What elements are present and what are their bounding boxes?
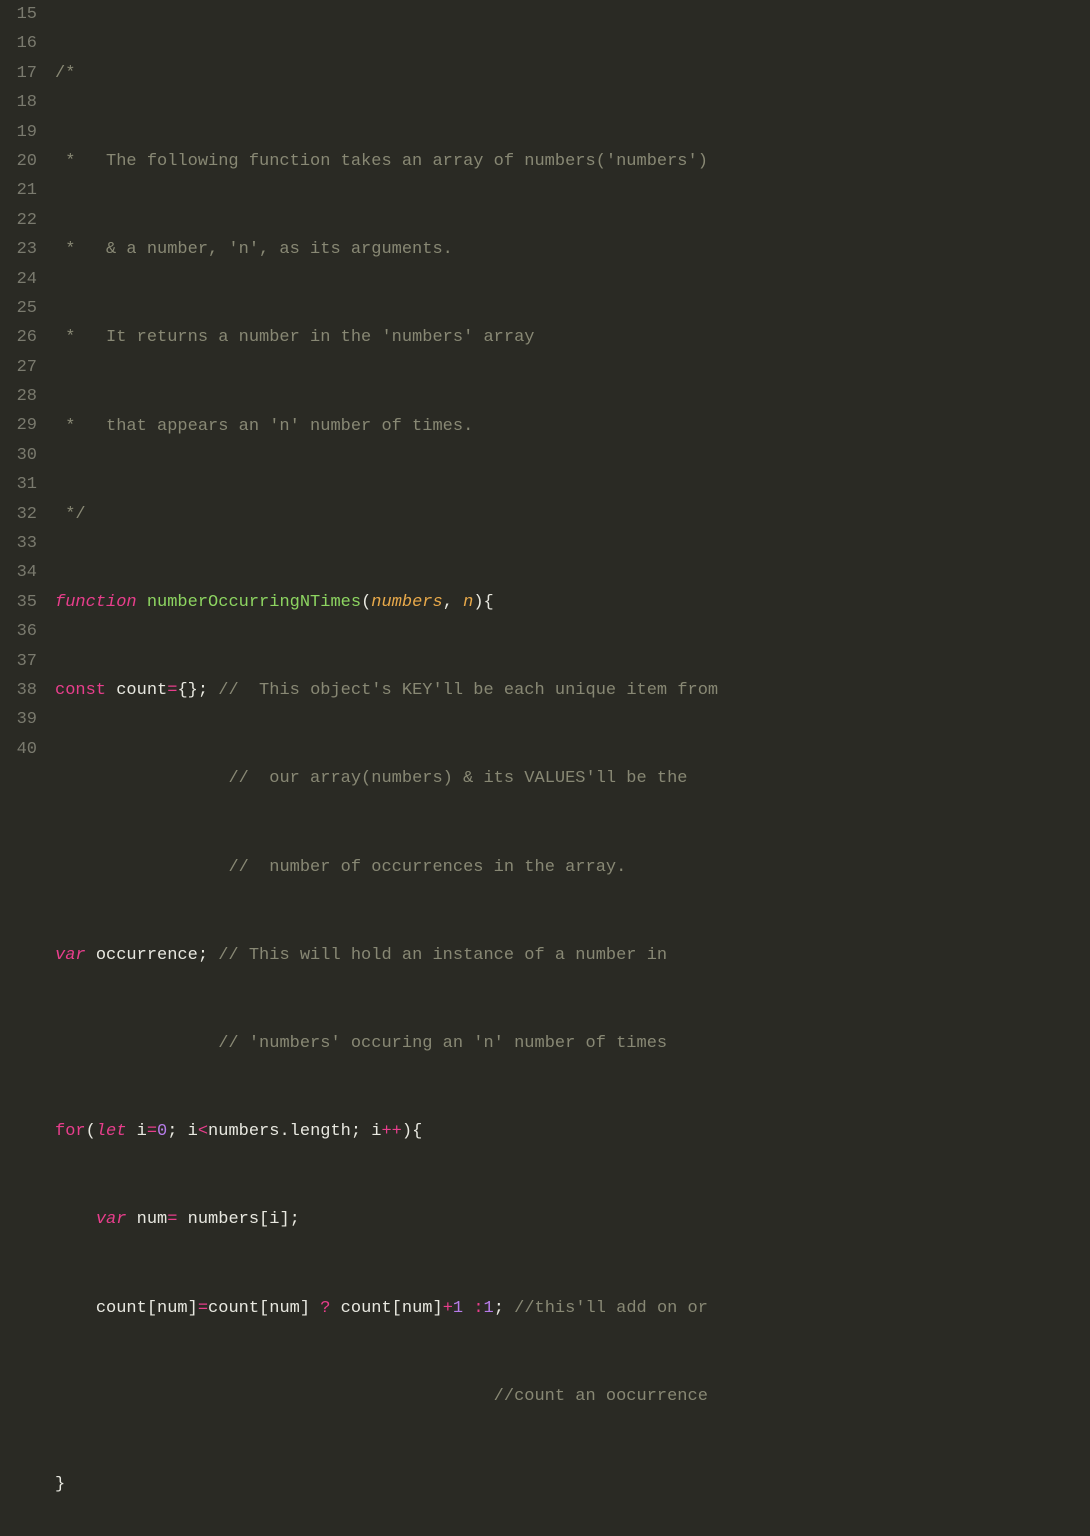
line-number-gutter: 15 16 17 18 19 20 21 22 23 24 25 26 27 2…: [0, 0, 55, 768]
line-number: 39: [0, 705, 37, 734]
line-number: 26: [0, 323, 37, 352]
code-line[interactable]: var occurrence; // This will hold an ins…: [55, 941, 1090, 970]
code-line[interactable]: * & a number, 'n', as its arguments.: [55, 235, 1090, 264]
line-number: 19: [0, 118, 37, 147]
line-number: 22: [0, 206, 37, 235]
code-line[interactable]: }: [55, 1470, 1090, 1499]
line-number: 15: [0, 0, 37, 29]
line-number: 37: [0, 647, 37, 676]
line-number: 17: [0, 59, 37, 88]
code-line[interactable]: // our array(numbers) & its VALUES'll be…: [55, 764, 1090, 793]
code-line[interactable]: */: [55, 500, 1090, 529]
line-number: 29: [0, 411, 37, 440]
code-line[interactable]: count[num]=count[num] ? count[num]+1 :1;…: [55, 1294, 1090, 1323]
code-line[interactable]: function numberOccurringNTimes(numbers, …: [55, 588, 1090, 617]
code-line[interactable]: var num= numbers[i];: [55, 1205, 1090, 1234]
code-editor[interactable]: 15 16 17 18 19 20 21 22 23 24 25 26 27 2…: [0, 0, 1090, 768]
line-number: 40: [0, 735, 37, 764]
line-number: 16: [0, 29, 37, 58]
line-number: 38: [0, 676, 37, 705]
line-number: 24: [0, 265, 37, 294]
line-number: 36: [0, 617, 37, 646]
line-number: 34: [0, 558, 37, 587]
line-number: 25: [0, 294, 37, 323]
code-line[interactable]: const count={}; // This object's KEY'll …: [55, 676, 1090, 705]
line-number: 32: [0, 500, 37, 529]
line-number: 33: [0, 529, 37, 558]
line-number: 23: [0, 235, 37, 264]
code-line[interactable]: /*: [55, 59, 1090, 88]
line-number: 30: [0, 441, 37, 470]
code-line[interactable]: // number of occurrences in the array.: [55, 853, 1090, 882]
line-number: 20: [0, 147, 37, 176]
code-content[interactable]: /* * The following function takes an arr…: [55, 0, 1090, 768]
line-number: 21: [0, 176, 37, 205]
line-number: 35: [0, 588, 37, 617]
code-line[interactable]: * It returns a number in the 'numbers' a…: [55, 323, 1090, 352]
code-line[interactable]: for(let i=0; i<numbers.length; i++){: [55, 1117, 1090, 1146]
line-number: 27: [0, 353, 37, 382]
code-line[interactable]: //count an oocurrence: [55, 1382, 1090, 1411]
code-line[interactable]: * The following function takes an array …: [55, 147, 1090, 176]
code-line[interactable]: * that appears an 'n' number of times.: [55, 412, 1090, 441]
line-number: 18: [0, 88, 37, 117]
line-number: 31: [0, 470, 37, 499]
line-number: 28: [0, 382, 37, 411]
code-line[interactable]: // 'numbers' occuring an 'n' number of t…: [55, 1029, 1090, 1058]
